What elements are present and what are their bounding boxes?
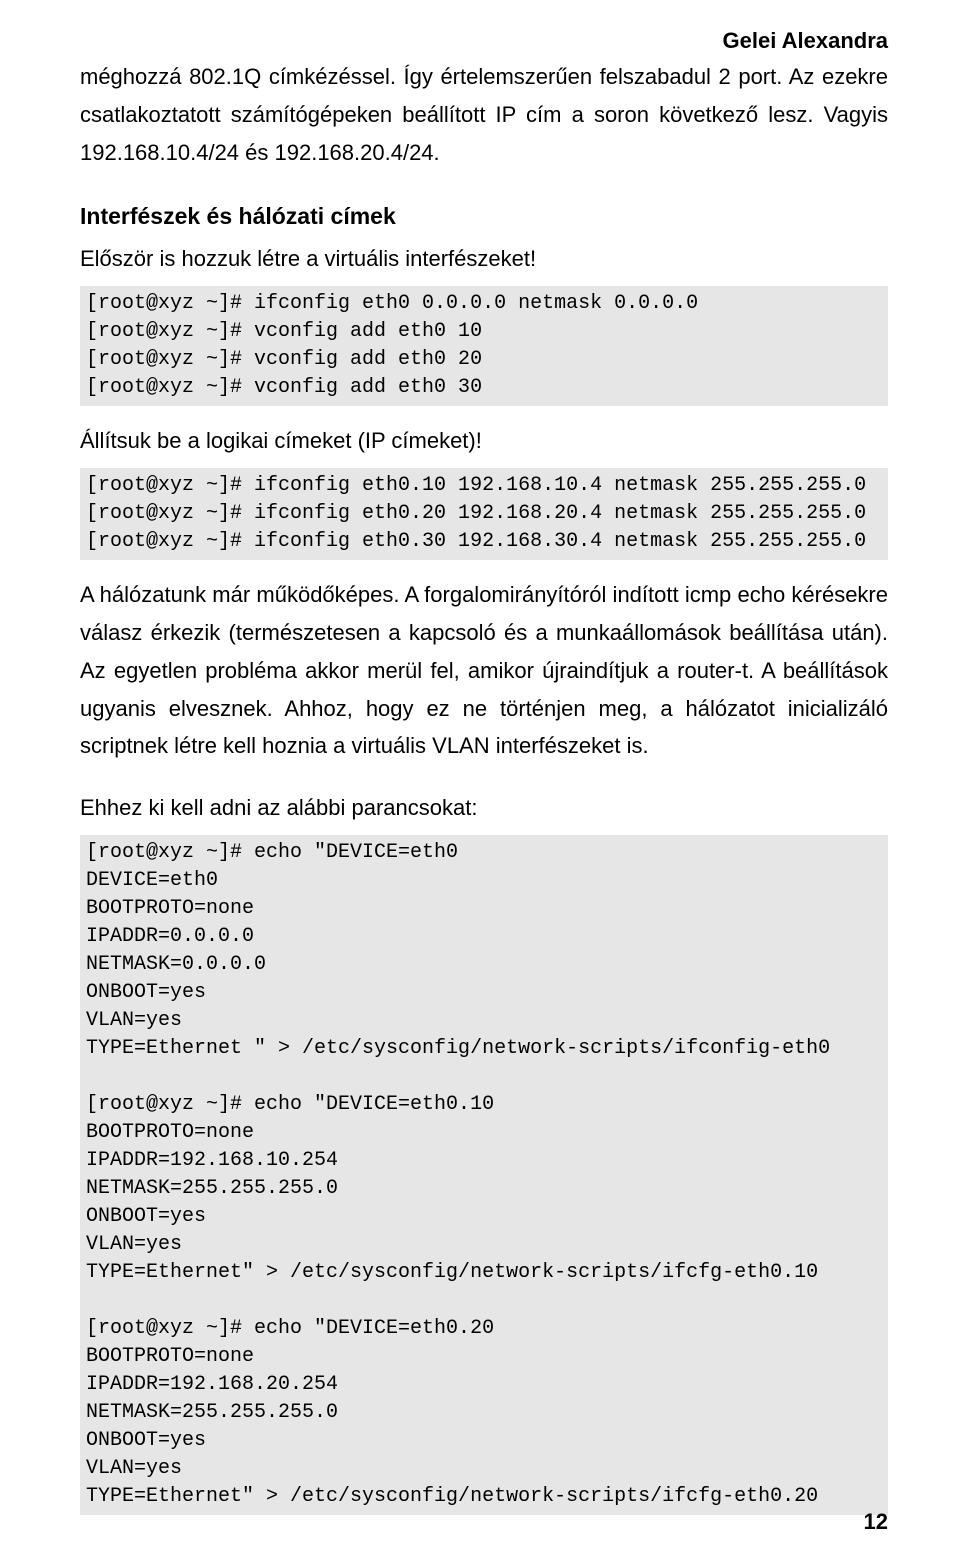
- code-block-ifconfig-ip: [root@xyz ~]# ifconfig eth0.10 192.168.1…: [80, 468, 888, 560]
- paragraph-intro: méghozzá 802.1Q címkézéssel. Így értelem…: [80, 58, 888, 171]
- paragraph-set-ip: Állítsuk be a logikai címeket (IP címeke…: [80, 422, 888, 460]
- code-block-vconfig: [root@xyz ~]# ifconfig eth0 0.0.0.0 netm…: [80, 286, 888, 406]
- page-number: 12: [864, 1509, 888, 1535]
- section-intro-text: Először is hozzuk létre a virtuális inte…: [80, 240, 888, 278]
- header-author: Gelei Alexandra: [80, 28, 888, 54]
- paragraph-network-working: A hálózatunk már működőképes. A forgalom…: [80, 576, 888, 765]
- code-block-echo-scripts: [root@xyz ~]# echo "DEVICE=eth0 DEVICE=e…: [80, 835, 888, 1515]
- paragraph-commands-intro: Ehhez ki kell adni az alábbi parancsokat…: [80, 789, 888, 827]
- section-title-interfaces: Interfészek és hálózati címek: [80, 203, 888, 230]
